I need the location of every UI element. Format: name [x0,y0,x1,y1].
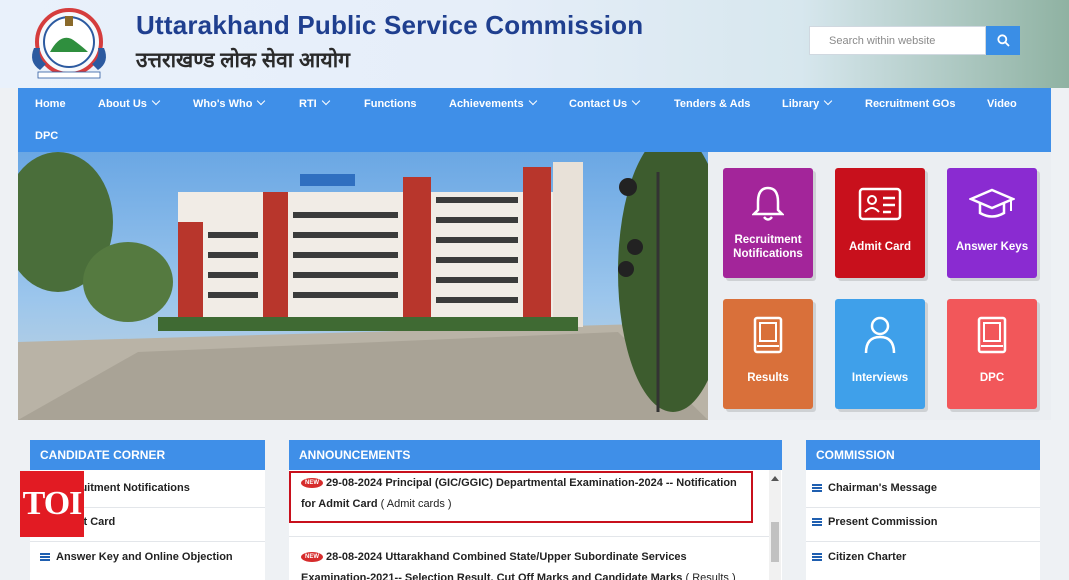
tile-label: Admit Card [849,241,911,253]
new-badge-icon: NEW [301,552,323,563]
scroll-up-arrow-icon[interactable] [771,476,779,481]
site-title-english: Uttarakhand Public Service Commission [136,10,644,40]
nav-video[interactable]: Video [987,98,1017,110]
nav-about-us[interactable]: About Us [98,96,161,110]
scrollbar-thumb[interactable] [771,522,779,562]
commission-item-citizen-charter[interactable]: Citizen Charter [812,551,906,563]
tile-results[interactable]: Results [723,299,813,409]
candidate-item-answer-key[interactable]: Answer Key and Online Objection [40,551,233,563]
commission-item-present-commission[interactable]: Present Commission [812,516,937,528]
announcements-title: ANNOUNCEMENTS [289,440,782,470]
book-icon [753,316,783,354]
tile-answer-keys[interactable]: Answer Keys [947,168,1037,278]
tile-label: Interviews [851,372,909,384]
announcement-item-results[interactable]: NEW 28-08-2024 Uttarakhand Combined State… [301,547,751,580]
divider [806,507,1040,508]
new-badge-icon: NEW [301,478,323,489]
quick-links-panel: Recruitment Notifications Admit Card Ans… [708,152,1051,420]
chevron-down-icon [824,96,833,106]
id-card-icon [858,187,902,221]
list-bullet-icon [812,484,822,493]
tile-admit-card[interactable]: Admit Card [835,168,925,278]
divider [289,536,769,537]
nav-functions[interactable]: Functions [364,98,417,110]
user-icon [864,316,896,354]
tile-label: DPC [979,372,1005,384]
commission-item-chairmans-message[interactable]: Chairman's Message [812,482,937,494]
announcements-panel: ANNOUNCEMENTS NEW 29-08-2024 Principal (G… [289,440,782,580]
divider [806,541,1040,542]
chevron-down-icon [151,96,161,106]
building-illustration [18,152,708,420]
site-title-hindi: उत्तराखण्ड लोक सेवा आयोग [136,49,350,72]
list-bullet-icon [40,553,50,562]
tile-label: Results [747,372,789,384]
search-icon [996,34,1010,47]
tile-interviews[interactable]: Interviews [835,299,925,409]
divider [30,541,265,542]
tile-dpc[interactable]: DPC [947,299,1037,409]
announcement-link[interactable]: ( Admit cards ) [381,498,452,510]
chevron-down-icon [631,96,641,106]
nav-achievements[interactable]: Achievements [449,96,537,110]
chevron-down-icon [257,96,266,106]
bell-icon [752,186,784,221]
candidate-corner-title: CANDIDATE CORNER [30,440,265,470]
nav-recruitment-gos[interactable]: Recruitment GOs [865,98,955,110]
announcement-link[interactable]: ( Results ) [686,572,736,580]
nav-contact-us[interactable]: Contact Us [569,96,641,110]
nav-dpc[interactable]: DPC [35,130,58,142]
tile-recruitment-notifications[interactable]: Recruitment Notifications [723,168,813,278]
tile-label: Recruitment Notifications [733,234,803,260]
search-button[interactable] [986,26,1020,55]
nav-whos-who[interactable]: Who's Who [193,96,266,110]
toi-watermark-logo: TOI [20,471,84,537]
commission-title: COMMISSION [806,440,1040,470]
tile-label: Answer Keys [955,241,1029,253]
chevron-down-icon [528,96,537,106]
nav-home[interactable]: Home [35,98,66,110]
nav-tenders-ads[interactable]: Tenders & Ads [674,98,750,110]
list-bullet-icon [812,518,822,527]
upsc-logo[interactable] [26,4,112,84]
announcement-item-admit-card[interactable]: NEW 29-08-2024 Principal (GIC/GGIC) Depar… [301,473,751,515]
commission-panel: COMMISSION Chairman's Message Present Co… [806,440,1040,580]
list-bullet-icon [812,553,822,562]
chevron-down-icon [321,96,330,106]
announcements-scrollbar[interactable] [769,470,781,580]
nav-rti[interactable]: RTI [299,96,330,110]
graduation-cap-icon [969,188,1015,218]
search-input[interactable]: Search within website [809,26,986,55]
site-header: Uttarakhand Public Service Commission उत… [0,0,1069,88]
nav-library[interactable]: Library [782,96,833,110]
book-icon [977,316,1007,354]
main-navigation: Home About Us Who's Who RTI Functions Ac… [18,88,1051,152]
hero-building-photo [18,152,708,420]
